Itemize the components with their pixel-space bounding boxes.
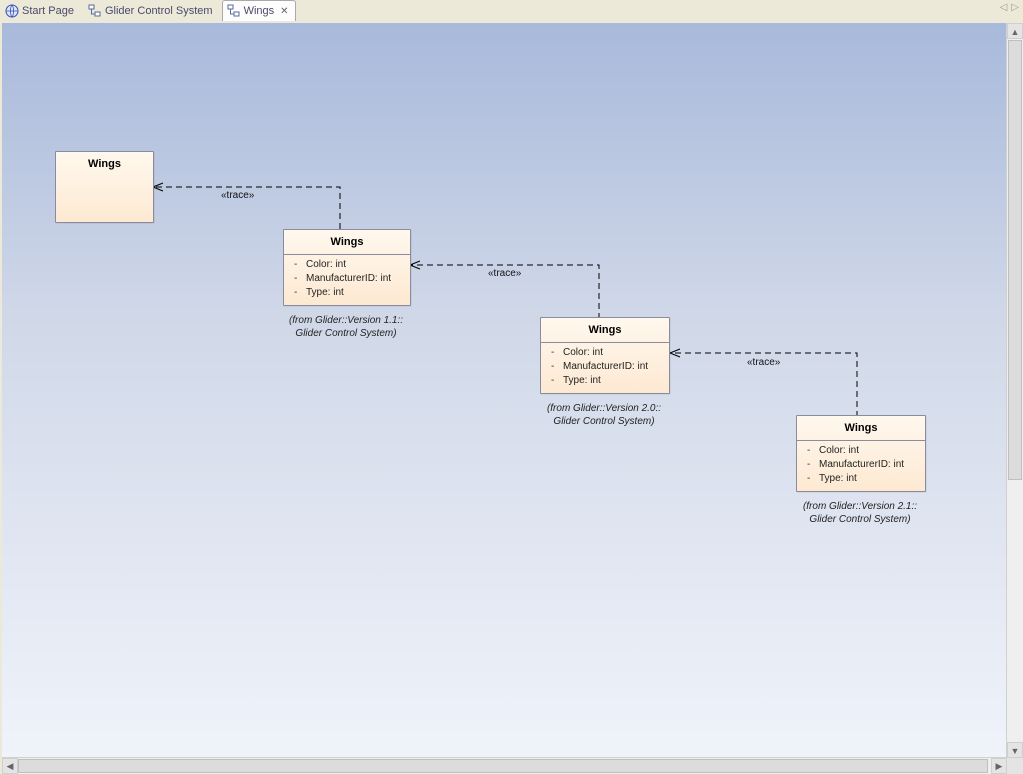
class-attributes: Color: int ManufacturerID: int Type: int	[284, 255, 410, 305]
class-title: Wings	[541, 318, 669, 343]
scroll-thumb[interactable]	[18, 759, 988, 773]
caption-line: Glider Control System)	[553, 416, 654, 427]
attribute: Color: int	[807, 444, 919, 458]
attribute: ManufacturerID: int	[807, 458, 919, 472]
caption-line: Glider Control System)	[809, 514, 910, 525]
class-title: Wings	[56, 152, 153, 176]
tab-wings[interactable]: Wings ✕	[222, 0, 296, 23]
class-wings-v2-0[interactable]: Wings Color: int ManufacturerID: int Typ…	[540, 317, 670, 394]
class-wings-v2-1[interactable]: Wings Color: int ManufacturerID: int Typ…	[796, 415, 926, 492]
class-wings-v1-1[interactable]: Wings Color: int ManufacturerID: int Typ…	[283, 229, 411, 306]
tab-start-page[interactable]: Start Page	[0, 0, 81, 22]
attribute: ManufacturerID: int	[294, 272, 404, 286]
class-title: Wings	[797, 416, 925, 441]
attribute: Type: int	[551, 374, 663, 388]
editor-area: «trace» «trace» «trace» Wings Wings Colo…	[0, 21, 1023, 774]
class-caption: (from Glider::Version 2.1:: Glider Contr…	[789, 500, 931, 526]
diagram-icon	[227, 4, 241, 18]
caption-line: Glider Control System)	[295, 328, 396, 339]
scroll-corner	[1007, 758, 1023, 774]
scroll-right-icon[interactable]: ▶	[991, 758, 1007, 774]
tab-next-icon[interactable]: ▷	[1011, 2, 1019, 13]
attribute: Color: int	[294, 258, 404, 272]
vertical-scrollbar[interactable]: ▲ ▼	[1006, 23, 1023, 758]
class-attributes: Color: int ManufacturerID: int Type: int	[541, 343, 669, 393]
class-attributes: Color: int ManufacturerID: int Type: int	[797, 441, 925, 491]
scroll-thumb[interactable]	[1008, 40, 1022, 480]
tab-label: Wings	[244, 5, 275, 17]
class-title: Wings	[284, 230, 410, 255]
caption-line: (from Glider::Version 2.1::	[803, 501, 917, 512]
tab-bar: Start Page Glider Control System Wings ✕…	[0, 0, 1023, 22]
tab-nav: ◁ ▷	[1000, 2, 1019, 13]
tab-glider-control-system[interactable]: Glider Control System	[83, 0, 220, 22]
tab-prev-icon[interactable]: ◁	[1000, 2, 1008, 13]
diagram-canvas[interactable]: «trace» «trace» «trace» Wings Wings Colo…	[2, 23, 1007, 758]
globe-icon	[5, 4, 19, 18]
close-icon[interactable]: ✕	[280, 6, 288, 17]
attribute: Type: int	[294, 286, 404, 300]
horizontal-scrollbar[interactable]: ◀ ▶	[2, 757, 1007, 774]
tab-label: Start Page	[22, 5, 74, 17]
edges-layer	[2, 23, 1007, 758]
scroll-left-icon[interactable]: ◀	[2, 758, 18, 774]
attribute: ManufacturerID: int	[551, 360, 663, 374]
tab-label: Glider Control System	[105, 5, 213, 17]
attribute: Type: int	[807, 472, 919, 486]
class-wings[interactable]: Wings	[55, 151, 154, 223]
class-caption: (from Glider::Version 1.1:: Glider Contr…	[275, 314, 417, 340]
attribute: Color: int	[551, 346, 663, 360]
trace-label: «trace»	[221, 190, 254, 201]
scroll-up-icon[interactable]: ▲	[1007, 23, 1023, 39]
scroll-down-icon[interactable]: ▼	[1007, 742, 1023, 758]
diagram-icon	[88, 4, 102, 18]
trace-label: «trace»	[747, 357, 780, 368]
caption-line: (from Glider::Version 2.0::	[547, 403, 661, 414]
class-caption: (from Glider::Version 2.0:: Glider Contr…	[533, 402, 675, 428]
caption-line: (from Glider::Version 1.1::	[289, 315, 403, 326]
trace-label: «trace»	[488, 268, 521, 279]
